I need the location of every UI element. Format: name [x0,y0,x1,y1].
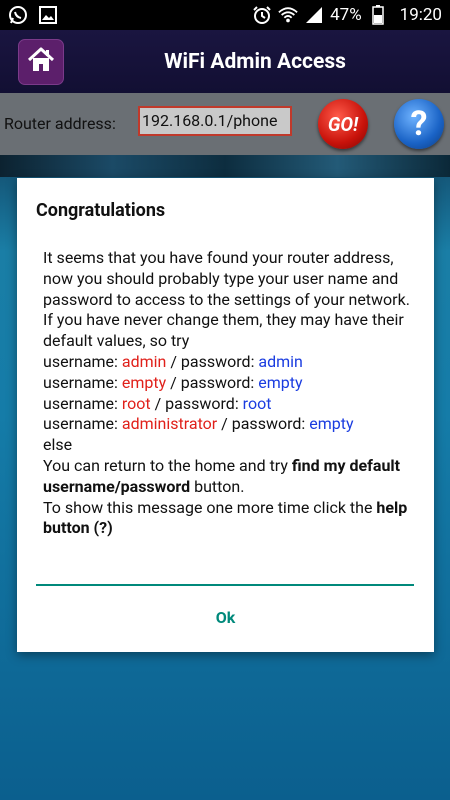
image-icon [38,5,58,25]
credential-row: username: root / password: root [43,394,415,415]
alarm-icon [252,5,272,25]
password-value: empty [258,372,303,392]
help-button[interactable]: ? [394,99,444,149]
dialog-return-hint: You can return to the home and try find … [43,456,415,498]
password-value: empty [309,414,354,434]
password-value: root [242,393,272,413]
username-value: admin [121,351,167,371]
background-decoration [0,155,450,177]
password-label: / password: [166,372,259,392]
router-address-input[interactable]: 192.168.0.1/phone [138,106,292,136]
go-button-label: GO! [327,112,359,136]
dialog-if-never: If you have never change them, they may … [43,310,404,351]
status-right: 47% 19:20 [252,5,442,25]
credential-row: username: admin / password: admin [43,352,415,373]
app-header: WiFi Admin Access [0,30,450,93]
router-bar: Router address: 192.168.0.1/phone GO! ? [0,93,450,155]
username-label: username: [43,351,122,371]
dialog-title: Congratulations [36,200,166,221]
return-hint-text: You can return to the home and try [43,455,292,475]
status-bar: 47% 19:20 [0,0,450,30]
dialog-help-hint: To show this message one more time click… [43,498,415,540]
go-button[interactable]: GO! [318,99,368,149]
help-hint-text: To show this message one more time click… [43,497,377,517]
wifi-icon [278,5,298,25]
password-label: / password: [166,351,259,371]
home-icon [26,45,56,79]
battery-percent: 47% [330,5,362,25]
password-value: admin [258,351,303,371]
dialog-message: It seems that you have found your router… [43,248,415,539]
router-address-label: Router address: [4,114,116,133]
dialog-intro: It seems that you have found your router… [43,248,410,309]
password-label: / password: [217,414,310,434]
credential-row: username: administrator / password: empt… [43,414,415,435]
help-icon: ? [410,104,428,144]
congratulations-dialog: Congratulations It seems that you have f… [17,178,434,652]
username-label: username: [43,414,122,434]
username-label: username: [43,393,122,413]
clock: 19:20 [399,5,442,25]
username-value: administrator [121,414,218,434]
page-title: WiFi Admin Access [164,49,346,74]
username-value: root [121,393,151,413]
dialog-divider [36,584,414,586]
home-button[interactable] [18,39,64,85]
status-left [8,5,58,25]
whatsapp-icon [8,5,28,25]
return-hint-suffix: button. [190,476,245,496]
battery-icon [368,5,388,25]
ok-button[interactable]: Ok [17,600,434,634]
dialog-else: else [43,435,73,455]
password-label: / password: [150,393,243,413]
username-label: username: [43,372,122,392]
credential-row: username: empty / password: empty [43,373,415,394]
username-value: empty [121,372,167,392]
signal-icon [304,5,324,25]
